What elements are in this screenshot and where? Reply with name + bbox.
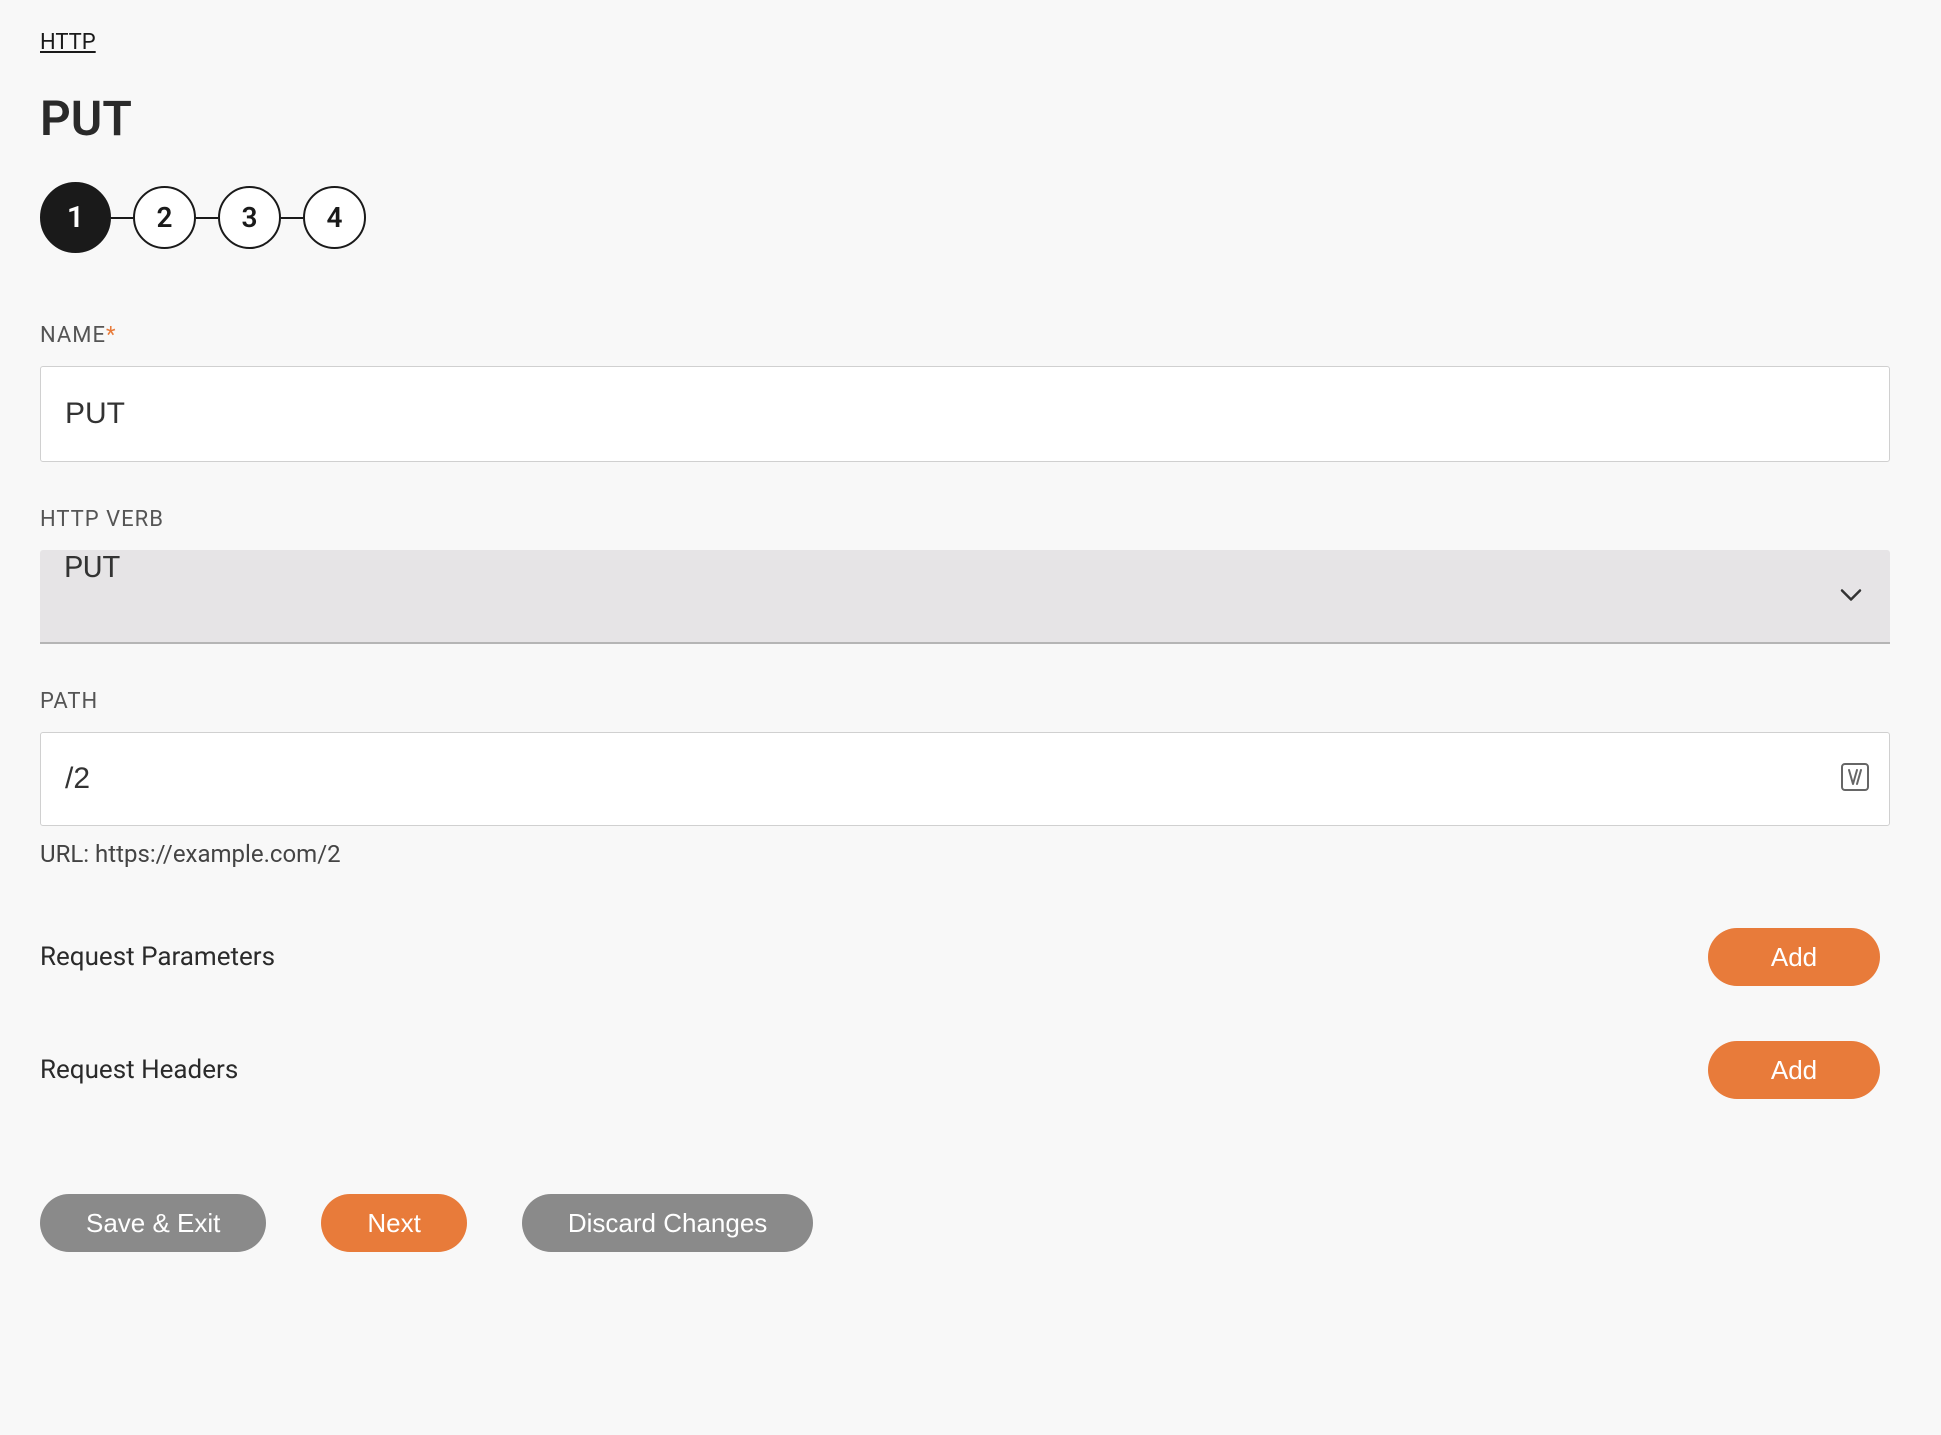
step-1[interactable]: 1 bbox=[40, 182, 111, 253]
step-3[interactable]: 3 bbox=[218, 186, 281, 249]
url-hint: URL: https://example.com/2 bbox=[40, 840, 1901, 868]
step-connector bbox=[111, 217, 133, 219]
url-hint-value: https://example.com/2 bbox=[95, 840, 341, 868]
page-title: PUT bbox=[40, 90, 1901, 147]
step-4[interactable]: 4 bbox=[303, 186, 366, 249]
next-button[interactable]: Next bbox=[321, 1194, 466, 1252]
path-input[interactable] bbox=[40, 732, 1890, 826]
request-headers-title: Request Headers bbox=[40, 1055, 238, 1085]
path-label: PATH bbox=[40, 689, 1901, 714]
variable-picker-icon[interactable] bbox=[1840, 762, 1870, 796]
url-hint-prefix: URL: bbox=[40, 840, 95, 868]
name-label-text: NAME bbox=[40, 323, 106, 348]
step-connector bbox=[196, 217, 218, 219]
action-bar: Save & Exit Next Discard Changes bbox=[40, 1194, 1901, 1252]
add-header-button[interactable]: Add bbox=[1708, 1041, 1880, 1099]
add-parameter-button[interactable]: Add bbox=[1708, 928, 1880, 986]
http-verb-label: HTTP VERB bbox=[40, 507, 1901, 532]
name-label: NAME* bbox=[40, 323, 1901, 348]
request-parameters-title: Request Parameters bbox=[40, 942, 275, 972]
save-exit-button[interactable]: Save & Exit bbox=[40, 1194, 266, 1252]
step-connector bbox=[281, 217, 303, 219]
required-asterisk-icon: * bbox=[106, 323, 116, 348]
name-input[interactable] bbox=[40, 366, 1890, 462]
http-verb-select[interactable]: PUT bbox=[40, 550, 1890, 644]
breadcrumb-http[interactable]: HTTP bbox=[40, 30, 96, 55]
stepper: 1 2 3 4 bbox=[40, 182, 1901, 253]
step-2[interactable]: 2 bbox=[133, 186, 196, 249]
discard-changes-button[interactable]: Discard Changes bbox=[522, 1194, 813, 1252]
